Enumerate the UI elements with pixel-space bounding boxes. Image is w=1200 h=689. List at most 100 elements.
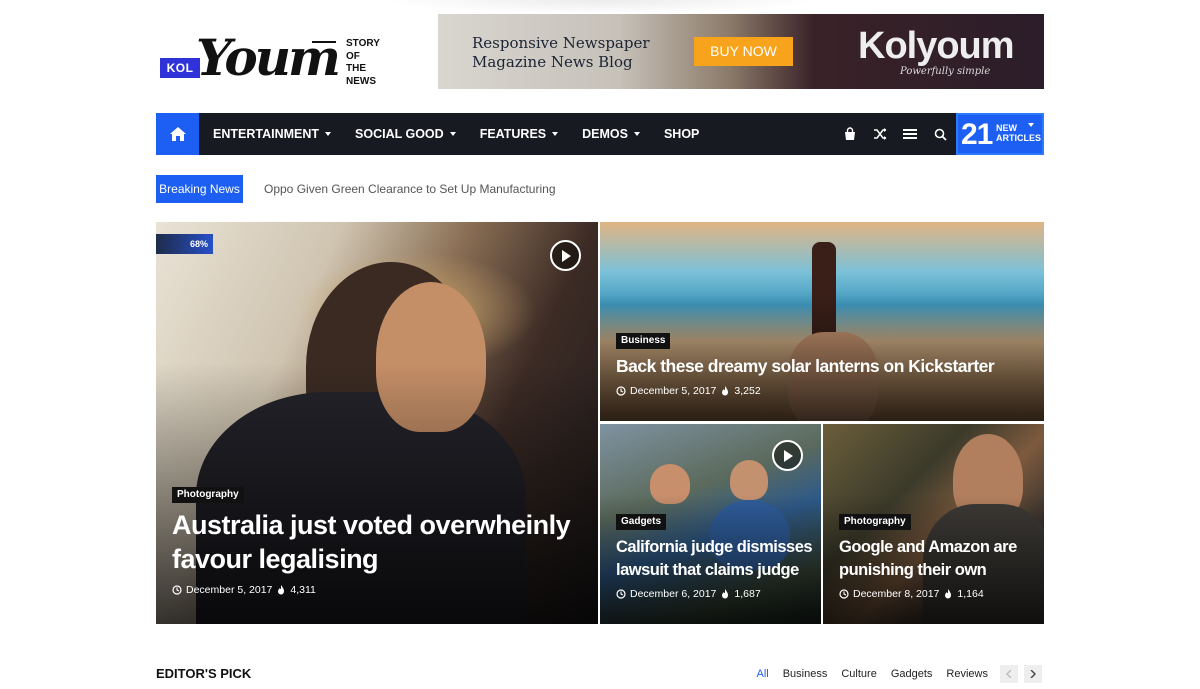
play-icon: [783, 449, 793, 462]
logo-rule: [312, 41, 336, 43]
article-title[interactable]: Australia just voted overwheinly favour …: [172, 508, 592, 576]
nav-item-label: DEMOS: [582, 127, 628, 141]
new-articles-label-line: NEW: [996, 123, 1017, 133]
chevron-down-icon: [633, 132, 640, 136]
banner-brand: Kolyoum: [858, 25, 1015, 67]
article-title-line: lawsuit that claims judge: [616, 561, 799, 579]
article-title[interactable]: Google and Amazon are punishing their ow…: [839, 536, 1044, 582]
article-title-line: punishing their own: [839, 561, 987, 579]
nav-item-label: SOCIAL GOOD: [355, 127, 444, 141]
article-meta: December 5, 2017 3,252: [616, 385, 761, 397]
shopping-bag-icon[interactable]: [842, 126, 858, 142]
chevron-left-icon: [1006, 670, 1012, 678]
article-date: December 8, 2017: [853, 588, 940, 600]
featured-card-top-right[interactable]: Business Back these dreamy solar lantern…: [600, 222, 1044, 421]
featured-card-bottom-left[interactable]: Gadgets California judge dismisses lawsu…: [600, 424, 821, 624]
nav-menu: ENTERTAINMENT SOCIAL GOOD FEATURES DEMOS…: [213, 113, 699, 155]
banner-text: Responsive Newspaper Magazine News Blog: [472, 34, 702, 72]
tab-gadgets[interactable]: Gadgets: [891, 664, 933, 684]
banner-line: Magazine News Blog: [472, 53, 633, 71]
shuffle-icon[interactable]: [872, 126, 888, 142]
home-icon: [169, 127, 186, 141]
main-nav: ENTERTAINMENT SOCIAL GOOD FEATURES DEMOS…: [156, 113, 1044, 155]
nav-item-social-good[interactable]: SOCIAL GOOD: [355, 113, 456, 155]
category-tag[interactable]: Gadgets: [616, 514, 667, 530]
article-date: December 6, 2017: [630, 588, 717, 600]
featured-grid: 68% Photography Australia just voted ove…: [156, 222, 1044, 624]
prev-page-button[interactable]: [1000, 665, 1018, 683]
banner-brand-subtitle: Powerfully simple: [900, 66, 991, 77]
article-meta: December 6, 2017 1,687: [616, 588, 761, 600]
logo-tagline-line: OF: [346, 50, 360, 62]
nav-item-features[interactable]: FEATURES: [479, 113, 559, 155]
clock-icon: [616, 386, 626, 396]
play-button[interactable]: [550, 240, 581, 271]
buy-now-button[interactable]: BUY NOW: [694, 37, 793, 66]
new-articles-label-line: ARTICLES: [996, 133, 1041, 143]
article-title-line: California judge dismisses: [616, 538, 813, 556]
chevron-down-icon: [552, 132, 559, 136]
menu-icon[interactable]: [902, 126, 918, 142]
nav-tools: [842, 113, 948, 155]
chevron-right-icon: [1030, 670, 1036, 678]
nav-item-label: ENTERTAINMENT: [213, 127, 320, 141]
article-date: December 5, 2017: [630, 385, 717, 397]
article-title[interactable]: Back these dreamy solar lanterns on Kick…: [616, 355, 1036, 377]
clock-icon: [616, 589, 626, 599]
site-logo[interactable]: KOL Youm STORY OF THE NEWS: [160, 24, 390, 87]
play-button[interactable]: [772, 440, 803, 471]
category-tag[interactable]: Business: [616, 333, 671, 349]
chevron-down-icon: [325, 132, 332, 136]
tab-culture[interactable]: Culture: [841, 664, 876, 684]
banner-line: Responsive Newspaper: [472, 34, 650, 52]
play-icon: [561, 249, 571, 262]
new-articles-label: NEW ARTICLES: [996, 123, 1041, 143]
next-page-button[interactable]: [1024, 665, 1042, 683]
flame-icon: [722, 386, 729, 396]
flame-icon: [945, 589, 952, 599]
nav-item-shop[interactable]: SHOP: [664, 113, 699, 155]
chevron-down-icon: [449, 132, 456, 136]
site-header: KOL Youm STORY OF THE NEWS Responsive Ne…: [156, 12, 1044, 92]
home-button[interactable]: [156, 113, 199, 155]
nav-item-demos[interactable]: DEMOS: [582, 113, 640, 155]
article-date: December 5, 2017: [186, 584, 273, 596]
logo-tagline-line: THE: [346, 63, 366, 74]
article-views: 3,252: [734, 385, 761, 397]
article-meta: December 8, 2017 1,164: [839, 588, 984, 600]
logo-badge: KOL: [160, 58, 200, 78]
featured-card-main[interactable]: 68% Photography Australia just voted ove…: [156, 222, 598, 624]
flame-icon: [722, 589, 729, 599]
category-tag[interactable]: Photography: [839, 514, 911, 530]
featured-card-bottom-right[interactable]: Photography Google and Amazon are punish…: [823, 424, 1044, 624]
article-title[interactable]: California judge dismisses lawsuit that …: [616, 536, 821, 582]
progress-badge: 68%: [156, 234, 213, 254]
breaking-news-label: Breaking News: [156, 175, 243, 203]
search-icon[interactable]: [932, 126, 948, 142]
breaking-news-headline[interactable]: Oppo Given Green Clearance to Set Up Man…: [264, 175, 556, 203]
category-tag[interactable]: Photography: [172, 487, 244, 503]
clock-icon: [839, 589, 849, 599]
logo-tagline-line: NEWS: [346, 75, 376, 87]
flame-icon: [278, 585, 285, 595]
new-articles-button[interactable]: 21 NEW ARTICLES: [956, 113, 1044, 155]
logo-tagline: STORY OF THE NEWS: [346, 38, 396, 88]
ad-banner[interactable]: Responsive Newspaper Magazine News Blog …: [438, 14, 1044, 89]
chevron-down-icon: [1028, 123, 1034, 127]
article-meta: December 5, 2017 4,311: [172, 584, 316, 596]
article-views: 4,311: [290, 584, 316, 596]
nav-item-label: FEATURES: [479, 127, 547, 141]
tab-all[interactable]: All: [756, 664, 768, 684]
nav-item-entertainment[interactable]: ENTERTAINMENT: [213, 113, 332, 155]
article-title-line: Australia just voted overwheinly: [172, 510, 571, 540]
nav-item-label: SHOP: [663, 127, 700, 141]
article-title-line: Google and Amazon are: [839, 538, 1017, 556]
new-articles-count: 21: [961, 118, 993, 151]
logo-wordmark: Youm: [196, 28, 341, 87]
logo-tagline-line: STORY: [346, 38, 380, 49]
tab-business[interactable]: Business: [783, 664, 828, 684]
section-title: EDITOR'S PICK: [156, 666, 252, 681]
tab-reviews[interactable]: Reviews: [946, 664, 988, 684]
editors-pick-header: EDITOR'S PICK All Business Culture Gadge…: [156, 664, 1044, 686]
clock-icon: [172, 585, 182, 595]
